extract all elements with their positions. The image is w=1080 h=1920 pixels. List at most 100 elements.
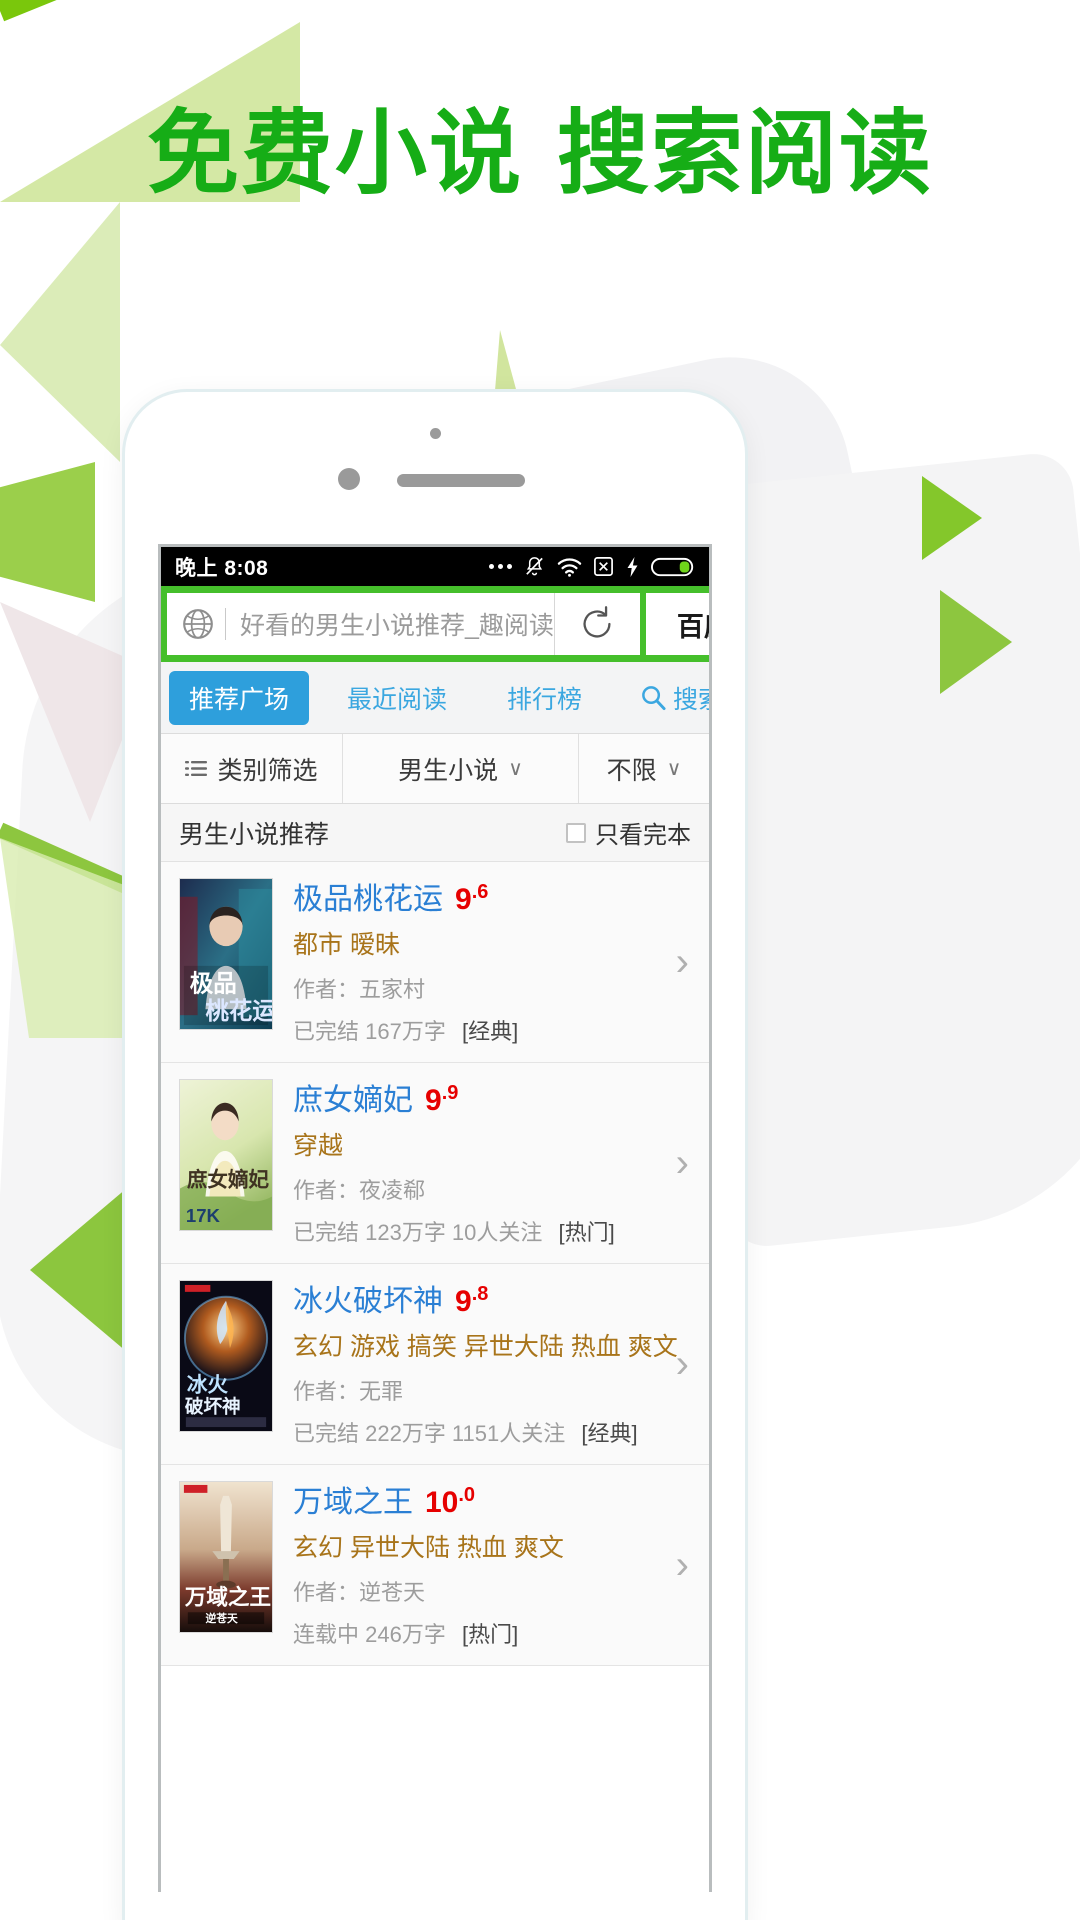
svg-text:冰火: 冰火 xyxy=(187,1373,228,1396)
book-meta: 连载中 246万字 [热门] xyxy=(293,1617,693,1649)
filter-category[interactable]: 类别筛选 xyxy=(161,734,343,803)
svg-text:万域之王: 万域之王 xyxy=(185,1584,271,1609)
filter-label: 男生小说 xyxy=(398,756,499,785)
headline-part-2: 搜索阅读 xyxy=(557,103,934,205)
poster-canvas: 免费小说 搜索阅读 晚上 8:08 好看的男生小说推荐_趣阅读 百 推荐广场 最… xyxy=(0,0,1080,1920)
more-dots-icon xyxy=(489,564,512,569)
tab-label: 排行榜 xyxy=(507,685,583,714)
no-sim-icon xyxy=(594,557,613,576)
book-score: 9.9 xyxy=(425,1082,459,1117)
search-icon xyxy=(642,686,666,711)
earpiece-speaker xyxy=(397,474,525,487)
book-title[interactable]: 极品桃花运 xyxy=(293,883,443,916)
book-meta: 已完结 167万字 [经典] xyxy=(293,1014,693,1046)
tab-label: 推荐广场 xyxy=(189,685,290,714)
only-completed-toggle[interactable]: 只看完本 xyxy=(566,815,691,850)
tab-recent-reading[interactable]: 最近阅读 xyxy=(331,671,463,725)
chevron-right-icon[interactable]: › xyxy=(676,1545,689,1585)
book-tags: 玄幻 游戏 搞笑 异世大陆 热血 爽文 xyxy=(293,1333,678,1361)
book-tags: 穿越 xyxy=(293,1132,344,1160)
search-engine-button[interactable]: 百度 xyxy=(645,593,709,655)
wifi-icon xyxy=(557,557,582,577)
charging-bolt-icon xyxy=(627,556,638,577)
tab-bar: 推荐广场 最近阅读 排行榜 搜索 xyxy=(161,662,709,734)
battery-icon xyxy=(651,557,694,576)
book-cover: 庶女嫡妃 17K xyxy=(179,1079,273,1231)
svg-text:逆苍天: 逆苍天 xyxy=(205,1611,237,1625)
book-list: 极品 桃花运 极品桃花运 9.6 都市 暧昧 作者：五家村 已完结 167万字 xyxy=(161,862,709,1666)
status-bar: 晚上 8:08 xyxy=(161,547,709,586)
svg-text:桃花运: 桃花运 xyxy=(205,998,272,1024)
book-list-item[interactable]: 庶女嫡妃 17K 庶女嫡妃 9.9 穿越 作者：夜凌郗 已完结 123万字 10… xyxy=(161,1063,709,1264)
book-list-item[interactable]: 冰火 破坏神 冰火破坏神 9.8 玄幻 游戏 搞笑 异世大陆 热血 爽文 作者：… xyxy=(161,1264,709,1465)
tab-label: 搜索 xyxy=(673,685,709,714)
book-meta: 已完结 222万字 1151人关注 [经典] xyxy=(293,1416,693,1448)
pale-green-wedge-left xyxy=(0,202,120,462)
browser-url-bar: 好看的男生小说推荐_趣阅读 百度 xyxy=(161,586,709,662)
tab-label: 最近阅读 xyxy=(347,685,448,714)
book-info: 庶女嫡妃 9.9 穿越 作者：夜凌郗 已完结 123万字 10人关注 [热门] xyxy=(273,1079,693,1247)
chevron-right-icon[interactable]: › xyxy=(676,942,689,982)
headline: 免费小说 搜索阅读 xyxy=(0,108,1080,200)
book-title[interactable]: 万域之王 xyxy=(293,1486,413,1519)
refresh-icon xyxy=(583,606,611,638)
list-icon xyxy=(185,760,208,776)
book-title[interactable]: 庶女嫡妃 xyxy=(293,1084,413,1117)
filter-label: 不限 xyxy=(606,756,657,785)
refresh-button[interactable] xyxy=(553,593,640,655)
chevron-right-icon[interactable]: › xyxy=(676,1143,689,1183)
status-icons xyxy=(489,555,697,578)
url-text: 好看的男生小说推荐_趣阅读 xyxy=(240,612,554,640)
chevron-down-icon: ∨ xyxy=(666,758,682,780)
book-info: 极品桃花运 9.6 都市 暧昧 作者：五家村 已完结 167万字 [经典] xyxy=(273,878,693,1046)
green-nub-left xyxy=(0,462,95,602)
book-meta: 已完结 123万字 10人关注 [热门] xyxy=(293,1215,693,1247)
svg-text:庶女嫡妃: 庶女嫡妃 xyxy=(187,1168,270,1192)
section-title: 男生小说推荐 xyxy=(179,820,330,849)
url-input[interactable]: 好看的男生小说推荐_趣阅读 xyxy=(167,593,554,655)
green-bar-top-right xyxy=(0,0,311,22)
book-title[interactable]: 冰火破坏神 xyxy=(293,1285,443,1318)
phone-screen: 晚上 8:08 好看的男生小说推荐_趣阅读 百 推荐广场 最近阅读 排行榜 搜 … xyxy=(158,544,712,1892)
tab-recommend-plaza[interactable]: 推荐广场 xyxy=(169,670,310,725)
book-score: 10.0 xyxy=(425,1484,476,1519)
proximity-sensor-icon xyxy=(338,468,360,490)
svg-text:破坏神: 破坏神 xyxy=(185,1396,241,1417)
book-score: 9.6 xyxy=(455,881,489,916)
book-badge: [热门] xyxy=(558,1220,615,1245)
checkbox-icon[interactable] xyxy=(566,822,586,843)
phone-mockup: 晚上 8:08 好看的男生小说推荐_趣阅读 百 推荐广场 最近阅读 排行榜 搜 … xyxy=(125,392,745,1920)
book-author: 作者：五家村 xyxy=(293,977,426,1002)
book-cover: 万域之王 逆苍天 xyxy=(179,1481,273,1633)
svg-text:17K: 17K xyxy=(186,1205,221,1226)
tab-search[interactable]: 搜索 xyxy=(624,671,709,725)
front-camera-icon xyxy=(430,428,441,439)
book-list-item[interactable]: 万域之王 逆苍天 万域之王 10.0 玄幻 异世大陆 热血 爽文 作者：逆苍天 xyxy=(161,1465,709,1666)
book-tags: 都市 暧昧 xyxy=(293,931,400,959)
url-divider xyxy=(225,608,226,640)
globe-icon xyxy=(183,609,213,639)
svg-text:极品: 极品 xyxy=(190,970,237,996)
book-cover: 冰火 破坏神 xyxy=(179,1280,273,1432)
book-list-item[interactable]: 极品 桃花运 极品桃花运 9.6 都市 暧昧 作者：五家村 已完结 167万字 xyxy=(161,862,709,1063)
book-author: 作者：逆苍天 xyxy=(293,1580,426,1605)
book-score: 9.8 xyxy=(455,1283,489,1318)
filter-genre[interactable]: 男生小说 ∨ xyxy=(343,734,579,803)
book-author: 作者：夜凌郗 xyxy=(293,1178,426,1203)
book-info: 万域之王 10.0 玄幻 异世大陆 热血 爽文 作者：逆苍天 连载中 246万字… xyxy=(273,1481,693,1649)
filter-status[interactable]: 不限 ∨ xyxy=(579,734,709,803)
book-status-words: 连载中 246万字 xyxy=(293,1622,446,1647)
book-badge: [热门] xyxy=(461,1622,519,1647)
green-arrow-right-lower xyxy=(940,590,1012,694)
book-author: 作者：无罪 xyxy=(293,1379,404,1404)
chevron-right-icon[interactable]: › xyxy=(676,1344,689,1384)
book-status-words: 已完结 222万字 1151人关注 xyxy=(293,1421,566,1446)
book-badge: [经典] xyxy=(581,1421,638,1446)
chevron-down-icon: ∨ xyxy=(508,758,523,780)
book-badge: [经典] xyxy=(461,1019,519,1044)
tab-ranking[interactable]: 排行榜 xyxy=(491,671,598,725)
headline-part-1: 免费小说 xyxy=(146,103,523,205)
green-arrow-right-upper xyxy=(922,476,982,560)
book-cover: 极品 桃花运 xyxy=(179,878,273,1030)
filter-bar: 类别筛选 男生小说 ∨ 不限 ∨ xyxy=(161,734,709,804)
